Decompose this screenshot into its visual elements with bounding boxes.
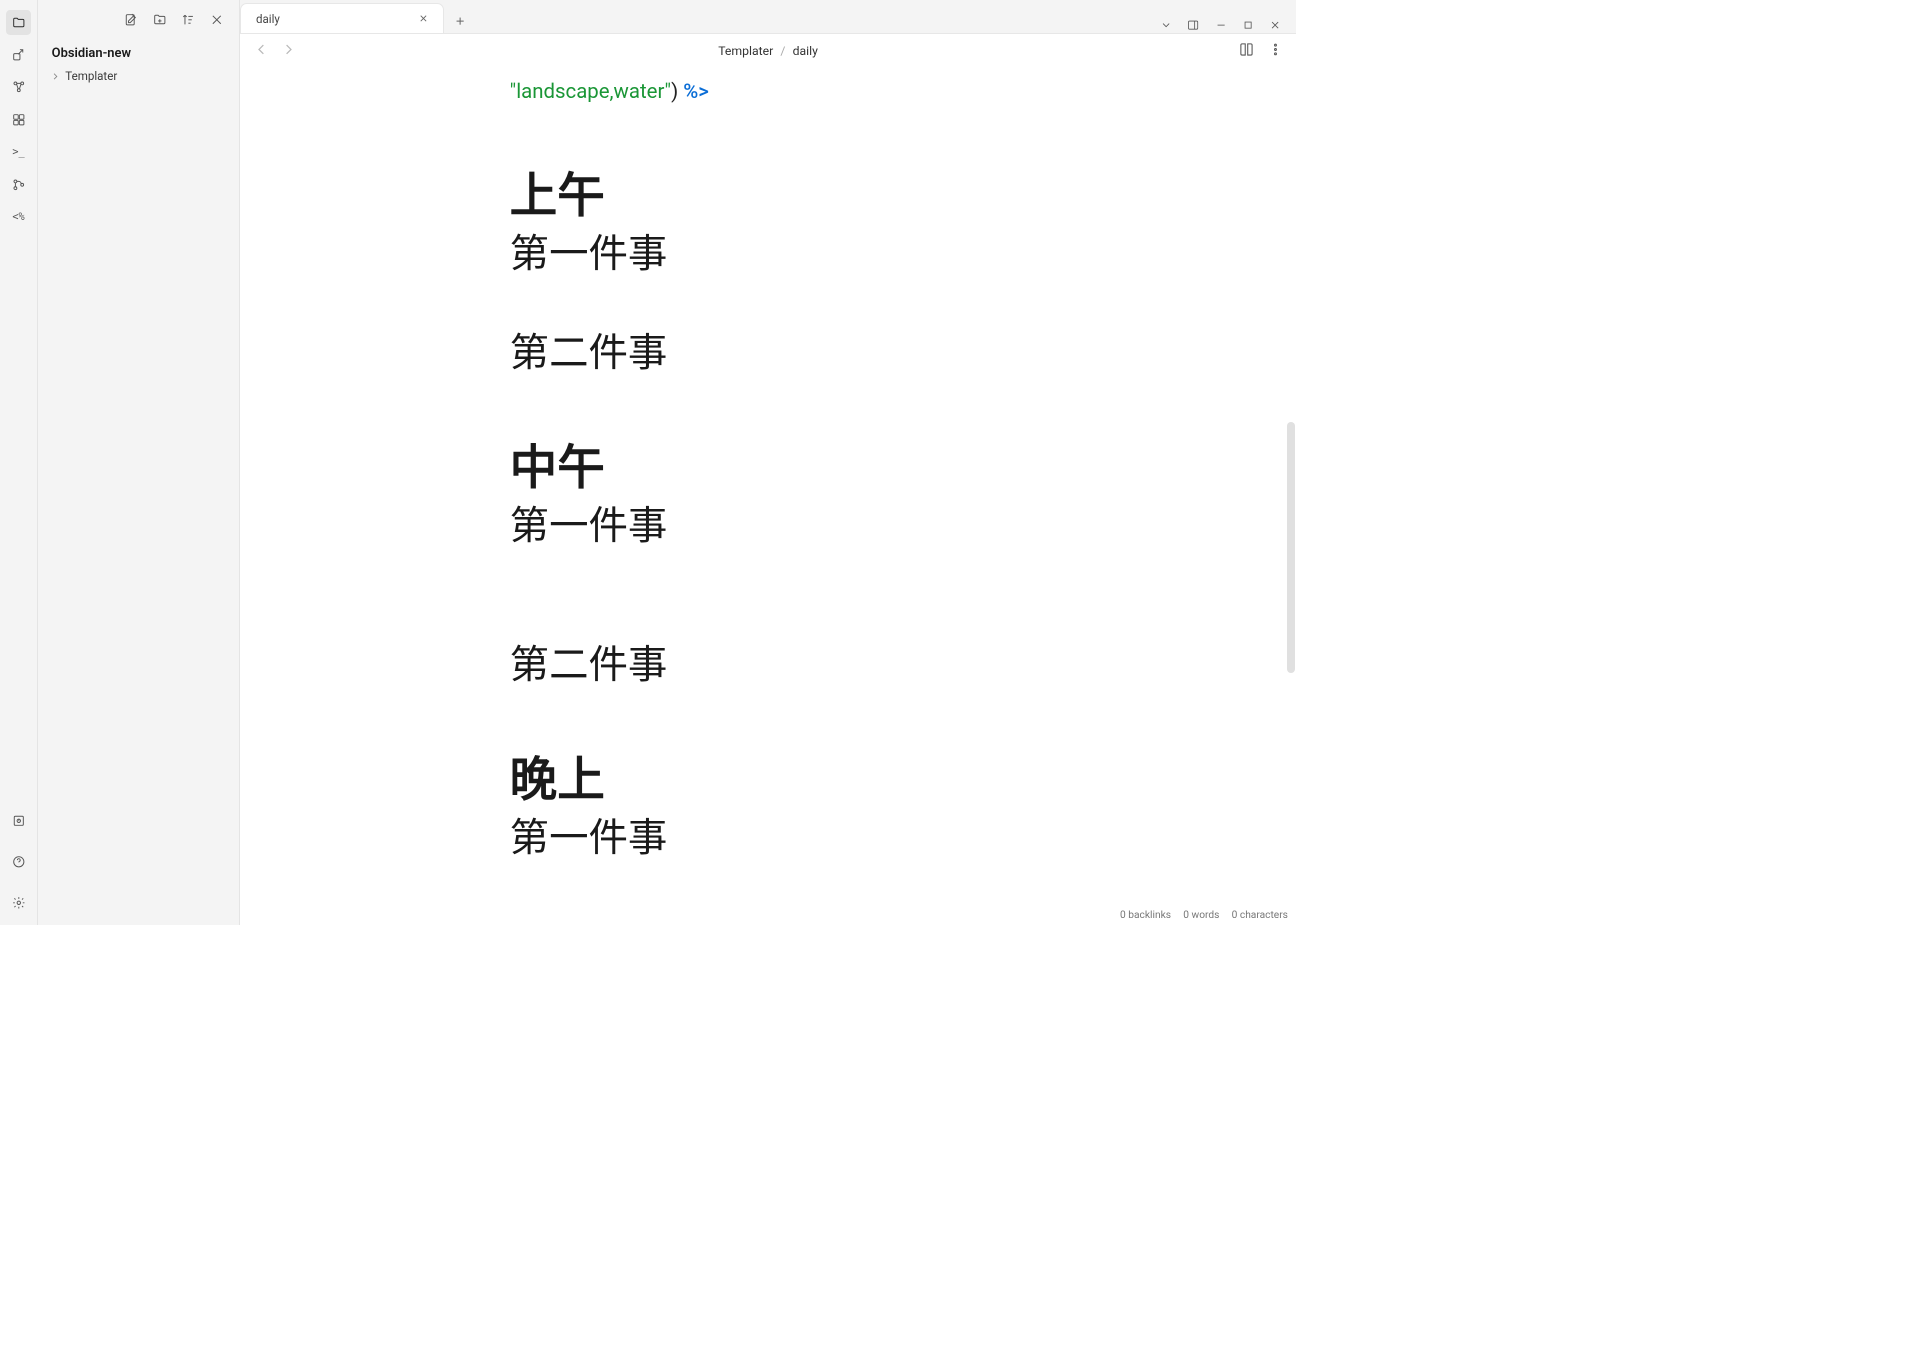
breadcrumb-current[interactable]: daily <box>793 44 818 58</box>
heading-first-3[interactable]: 第一件事 <box>510 812 1027 863</box>
nav-back-icon[interactable] <box>254 42 269 60</box>
tab-title: daily <box>256 12 280 26</box>
collapse-icon[interactable] <box>206 10 226 30</box>
heading-noon[interactable]: 中午 <box>510 441 1027 496</box>
chevron-down-icon[interactable] <box>1159 18 1174 33</box>
canvas-icon[interactable] <box>10 111 26 127</box>
more-icon[interactable] <box>1268 42 1283 60</box>
heading-second-2[interactable]: 第二件事 <box>510 639 1027 690</box>
new-note-icon[interactable] <box>121 10 141 30</box>
status-backlinks[interactable]: 0 backlinks <box>1120 910 1171 921</box>
settings-icon[interactable] <box>10 894 26 910</box>
sidebar: Obsidian-new Templater <box>38 0 240 925</box>
breadcrumb-parent[interactable]: Templater <box>718 44 773 58</box>
code-line[interactable]: "landscape,water") %> <box>510 76 1027 107</box>
graph-icon[interactable] <box>10 79 26 95</box>
status-bar: 0 backlinks 0 words 0 characters <box>1112 906 1296 925</box>
code-paren: ) <box>671 79 683 103</box>
window-close-button[interactable] <box>1268 18 1283 33</box>
status-words[interactable]: 0 words <box>1183 910 1219 921</box>
quick-switch-icon[interactable] <box>10 46 26 62</box>
tree-item-label: Templater <box>65 69 117 83</box>
vault-title: Obsidian-new <box>38 39 239 65</box>
breadcrumb-sep: / <box>776 44 789 58</box>
close-icon[interactable] <box>417 12 429 24</box>
sort-icon[interactable] <box>178 10 198 30</box>
window-minimize-button[interactable] <box>1213 18 1228 33</box>
heading-first[interactable]: 第一件事 <box>510 228 1027 279</box>
sidebar-tools <box>38 0 239 39</box>
reading-view-icon[interactable] <box>1239 42 1254 60</box>
code-string: "landscape,water" <box>510 79 671 103</box>
status-chars[interactable]: 0 characters <box>1232 910 1288 921</box>
main: daily Templater / daily <box>240 0 1296 925</box>
breadcrumb[interactable]: Templater / daily <box>718 44 818 58</box>
editor[interactable]: "landscape,water") %> 上午 第一件事 第二件事 中午 第一… <box>240 68 1296 925</box>
vault-icon[interactable] <box>10 813 26 829</box>
help-icon[interactable] <box>10 853 26 869</box>
terminal-icon[interactable]: >_ <box>10 144 26 160</box>
heading-first-2[interactable]: 第一件事 <box>510 500 1027 551</box>
files-icon[interactable] <box>6 10 32 36</box>
git-icon[interactable] <box>10 177 26 193</box>
heading-morning[interactable]: 上午 <box>510 169 1027 224</box>
code-op: %> <box>683 79 709 103</box>
right-panel-icon[interactable] <box>1186 18 1201 33</box>
heading-evening[interactable]: 晚上 <box>510 753 1027 808</box>
heading-second[interactable]: 第二件事 <box>510 327 1027 378</box>
chevron-right-icon <box>50 71 61 82</box>
tab-bar: daily <box>240 0 1296 34</box>
new-tab-button[interactable] <box>448 9 472 33</box>
new-folder-icon[interactable] <box>149 10 169 30</box>
ribbon: >_ <% <box>0 0 38 925</box>
nav-forward-icon[interactable] <box>281 42 296 60</box>
scrollbar[interactable] <box>1287 422 1295 674</box>
templater-icon[interactable]: <% <box>10 209 26 225</box>
window-maximize-button[interactable] <box>1240 18 1255 33</box>
tab-daily[interactable]: daily <box>240 3 444 33</box>
view-header: Templater / daily <box>240 34 1296 68</box>
file-tree: Templater <box>38 65 239 87</box>
tree-folder-templater[interactable]: Templater <box>44 65 234 87</box>
panel-left-icon[interactable] <box>0 10 2 36</box>
